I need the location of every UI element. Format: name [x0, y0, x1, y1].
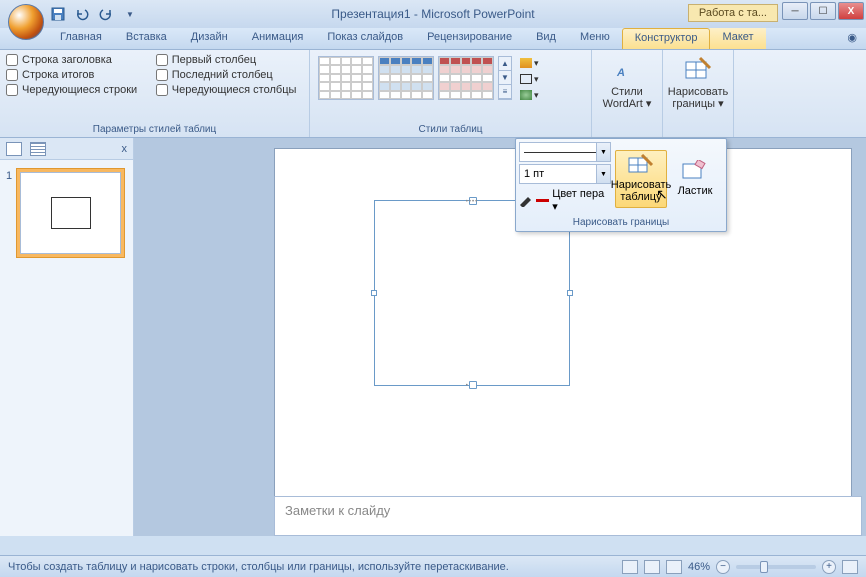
tab-review[interactable]: Рецензирование: [415, 28, 524, 49]
tab-insert[interactable]: Вставка: [114, 28, 179, 49]
slide-editor[interactable]: •••• •••• Заметки к слайду: [134, 138, 866, 536]
panel-footer-label: Нарисовать границы: [519, 217, 723, 228]
eraser-icon: [682, 160, 708, 182]
group-draw-borders: Нарисоватьграницы ▾: [663, 50, 734, 137]
minimize-button[interactable]: ─: [782, 2, 808, 20]
cursor-icon: ↖: [656, 186, 668, 203]
eraser-button[interactable]: Ластик: [669, 150, 721, 208]
undo-icon[interactable]: [72, 4, 92, 24]
slide-thumbnail[interactable]: [16, 168, 125, 258]
wordart-icon: A: [613, 56, 641, 84]
tab-layout[interactable]: Макет: [710, 28, 765, 49]
tab-animation[interactable]: Анимация: [240, 28, 316, 49]
tab-design[interactable]: Дизайн: [179, 28, 240, 49]
effects-button[interactable]: ▾: [520, 88, 560, 102]
fit-button[interactable]: [842, 560, 858, 574]
ribbon: Строка заголовка Первый столбец Строка и…: [0, 50, 866, 138]
status-bar: Чтобы создать таблицу и нарисовать строк…: [0, 555, 866, 577]
pen-style-dropdown[interactable]: ▼: [519, 142, 611, 162]
group-table-styles: ▲▼≡ ▾ ▾ ▾ Стили таблиц: [310, 50, 592, 137]
check-header-row[interactable]: Строка заголовка: [6, 54, 144, 66]
check-banded-columns[interactable]: Чередующиеся столбцы: [156, 84, 303, 96]
check-banded-rows[interactable]: Чередующиеся строки: [6, 84, 144, 96]
redo-icon[interactable]: [96, 4, 116, 24]
close-pane-icon[interactable]: x: [122, 143, 128, 155]
group-label: Стили таблиц: [316, 122, 585, 135]
tab-slideshow[interactable]: Показ слайдов: [315, 28, 415, 49]
check-last-column[interactable]: Последний столбец: [156, 69, 303, 81]
table-style-plain[interactable]: [318, 56, 374, 100]
draw-borders-button[interactable]: Нарисоватьграницы ▾: [669, 54, 727, 112]
draw-borders-panel: ▼ 1 пт▼ Цвет пера ▾ Нарисовать таблицу Л…: [515, 138, 727, 232]
save-icon[interactable]: [48, 4, 68, 24]
pen-color-button[interactable]: Цвет пера ▾: [519, 186, 611, 215]
draw-table-icon: [684, 56, 712, 84]
maximize-button[interactable]: ☐: [810, 2, 836, 20]
tab-home[interactable]: Главная: [48, 28, 114, 49]
zoom-in-button[interactable]: +: [822, 560, 836, 574]
check-first-column[interactable]: Первый столбец: [156, 54, 303, 66]
zoom-value: 46%: [688, 561, 710, 573]
tab-constructor[interactable]: Конструктор: [622, 28, 711, 49]
quick-access-toolbar: ▼: [48, 4, 140, 24]
notes-pane[interactable]: Заметки к слайду: [274, 496, 862, 536]
status-text: Чтобы создать таблицу и нарисовать строк…: [8, 561, 509, 573]
gallery-scroll[interactable]: ▲▼≡: [498, 56, 512, 100]
contextual-tab-label: Работа с та...: [688, 4, 778, 22]
qat-more-icon[interactable]: ▼: [120, 4, 140, 24]
zoom-slider[interactable]: [736, 565, 816, 569]
group-table-style-options: Строка заголовка Первый столбец Строка и…: [0, 50, 310, 137]
table-style-blue[interactable]: [378, 56, 434, 100]
office-button[interactable]: [8, 4, 44, 40]
pane-tabs: x: [0, 138, 133, 160]
sorter-view-button[interactable]: [644, 560, 660, 574]
slides-tab-icon[interactable]: [6, 142, 22, 156]
draw-table-icon: [628, 154, 654, 176]
tab-menu[interactable]: Меню: [568, 28, 622, 49]
check-total-row[interactable]: Строка итогов: [6, 69, 144, 81]
wordart-styles-button[interactable]: A СтилиWordArt ▾: [598, 54, 656, 112]
zoom-out-button[interactable]: −: [716, 560, 730, 574]
outline-tab-icon[interactable]: [30, 142, 46, 156]
ribbon-tabs: Главная Вставка Дизайн Анимация Показ сл…: [0, 28, 866, 50]
slideshow-view-button[interactable]: [666, 560, 682, 574]
title-bar: ▼ Презентация1 - Microsoft PowerPoint Ра…: [0, 0, 866, 28]
svg-text:A: A: [616, 67, 625, 79]
borders-button[interactable]: ▾: [520, 72, 560, 86]
tab-view[interactable]: Вид: [524, 28, 568, 49]
shading-button[interactable]: ▾: [520, 56, 560, 70]
slide-number: 1: [6, 170, 12, 182]
group-label: Параметры стилей таблиц: [6, 122, 303, 135]
workspace: x 1 •••• •••• Заметки к слайду: [0, 138, 866, 536]
table-style-red[interactable]: [438, 56, 494, 100]
pen-weight-dropdown[interactable]: 1 пт▼: [519, 164, 611, 184]
normal-view-button[interactable]: [622, 560, 638, 574]
slides-pane: x 1: [0, 138, 134, 536]
close-button[interactable]: X: [838, 2, 864, 20]
group-wordart: A СтилиWordArt ▾: [592, 50, 663, 137]
window-title: Презентация1 - Microsoft PowerPoint: [331, 7, 534, 21]
help-icon[interactable]: ◉: [844, 28, 860, 49]
